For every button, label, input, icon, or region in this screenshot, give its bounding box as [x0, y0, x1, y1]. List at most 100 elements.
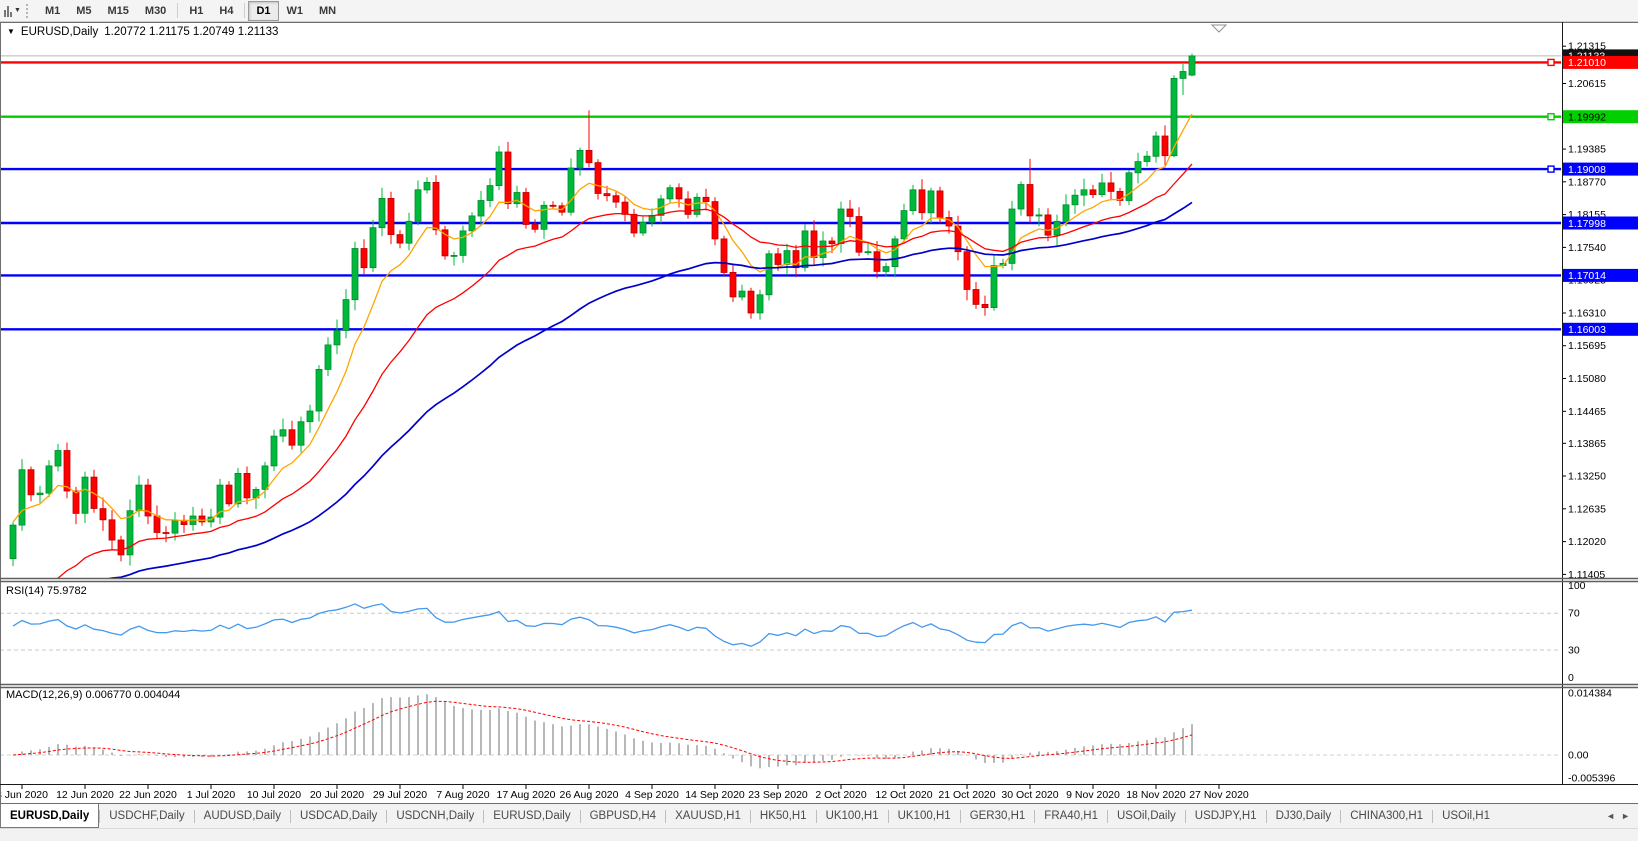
candle	[496, 152, 502, 186]
symbol-tab[interactable]: EURUSD,Daily	[484, 804, 579, 828]
candle	[316, 369, 322, 411]
macd-name: MACD(12,26,9)	[6, 689, 82, 701]
candle	[424, 182, 430, 190]
symbol-tab[interactable]: UK100,H1	[817, 804, 888, 828]
candle	[289, 430, 295, 446]
chart-canvas[interactable]: 1.213151.206151.193851.187701.181551.175…	[0, 0, 1638, 803]
chart-title: ▼ EURUSD,Daily 1.20772 1.21175 1.20749 1…	[7, 26, 278, 38]
macd-axis-label: -0.005396	[1568, 773, 1615, 785]
date-axis-label: 12 Oct 2020	[875, 789, 932, 801]
candle	[451, 255, 457, 256]
candle	[469, 216, 475, 231]
macd-axis-label: 0.014384	[1568, 688, 1612, 700]
symbol-tab[interactable]: USOil,H1	[1433, 804, 1499, 828]
candle	[10, 525, 16, 559]
candle	[370, 228, 376, 268]
svg-text:1.17014: 1.17014	[1568, 270, 1606, 282]
line-drag-handle[interactable]	[1548, 114, 1554, 120]
symbol-tabs: EURUSD,DailyUSDCHF,DailyAUDUSD,DailyUSDC…	[0, 804, 1598, 828]
candle	[793, 251, 799, 268]
toolbar-grip[interactable]	[26, 4, 32, 18]
symbol-tab[interactable]: UK100,H1	[889, 804, 960, 828]
candle	[595, 163, 601, 194]
timeframe-button-h1[interactable]: H1	[181, 1, 211, 21]
symbol-tab[interactable]: FRA40,H1	[1035, 804, 1107, 828]
rsi-axis-label: 70	[1568, 608, 1580, 620]
symbol-tab[interactable]: USDCHF,Daily	[100, 804, 193, 828]
candle	[586, 150, 592, 162]
candle	[982, 304, 988, 307]
rsi-name: RSI(14)	[6, 585, 44, 597]
date-axis-label: 27 Nov 2020	[1189, 789, 1249, 801]
rsi-label: RSI(14) 75.9782	[6, 585, 87, 597]
candle	[721, 239, 727, 273]
candle	[379, 198, 385, 227]
timeframe-button-m30[interactable]: M30	[137, 1, 174, 21]
candle	[640, 222, 646, 233]
line-drag-handle[interactable]	[1548, 166, 1554, 172]
candle	[1153, 136, 1159, 156]
candle	[1036, 215, 1042, 216]
symbol-tab[interactable]: DJ30,Daily	[1267, 804, 1341, 828]
date-axis-label: 17 Aug 2020	[497, 789, 556, 801]
price-axis-tick-label: 1.13250	[1568, 471, 1606, 483]
candle	[1126, 173, 1132, 201]
symbol-tab[interactable]: USDCAD,Daily	[291, 804, 386, 828]
collapse-triangle-icon[interactable]: ▼	[7, 27, 15, 36]
line-drag-handle[interactable]	[1548, 59, 1554, 65]
candle	[811, 231, 817, 258]
chevron-down-icon: ▼	[14, 7, 21, 14]
symbol-tab[interactable]: USDCNH,Daily	[387, 804, 483, 828]
svg-text:1.21010: 1.21010	[1568, 57, 1606, 69]
candle	[748, 291, 754, 313]
candle	[1081, 190, 1087, 195]
symbol-tab[interactable]: USDJPY,H1	[1186, 804, 1266, 828]
candle	[406, 221, 412, 243]
candle	[901, 211, 907, 239]
timeframe-button-m15[interactable]: M15	[100, 1, 137, 21]
symbol-tab[interactable]: HK50,H1	[751, 804, 816, 828]
symbol-tab[interactable]: AUDUSD,Daily	[195, 804, 290, 828]
scroll-right-icon[interactable]: ►	[1621, 811, 1630, 821]
chart-symbol: EURUSD,Daily	[21, 26, 98, 38]
macd-values: 0.006770 0.004044	[85, 689, 180, 701]
symbol-tab[interactable]: GER30,H1	[961, 804, 1035, 828]
chart-type-icon[interactable]: ▼	[4, 5, 21, 17]
timeframe-button-d1[interactable]: D1	[248, 1, 278, 21]
toolbar: ▼ M1M5M15M30 H1H4 D1W1MN	[0, 0, 1638, 22]
symbol-tab[interactable]: USOil,Daily	[1108, 804, 1185, 828]
candle	[334, 331, 340, 345]
toolbar-separator	[244, 3, 245, 18]
symbol-tab[interactable]: GBPUSD,H4	[581, 804, 665, 828]
candle	[775, 254, 781, 265]
macd-label: MACD(12,26,9) 0.006770 0.004044	[6, 689, 180, 701]
candle	[631, 214, 637, 233]
timeframe-button-m1[interactable]: M1	[37, 1, 68, 21]
candle	[19, 470, 25, 525]
candle	[712, 202, 718, 239]
timeframe-button-h4[interactable]: H4	[211, 1, 241, 21]
timeframe-button-w1[interactable]: W1	[279, 1, 312, 21]
candle	[361, 249, 367, 268]
price-badge-support-blue-2: 1.17998	[1563, 217, 1638, 230]
date-axis-label: 22 Jun 2020	[119, 789, 177, 801]
price-axis-tick-label: 1.14465	[1568, 406, 1606, 418]
symbol-tab[interactable]: CHINA300,H1	[1341, 804, 1432, 828]
candle	[964, 252, 970, 290]
price-axis-tick-label: 1.19385	[1568, 144, 1606, 156]
candle	[433, 182, 439, 229]
date-axis-label: 9 Nov 2020	[1066, 789, 1120, 801]
candle	[154, 516, 160, 533]
candle	[937, 191, 943, 218]
candle	[271, 436, 277, 466]
date-axis-label: 2 Oct 2020	[815, 789, 867, 801]
timeframe-button-m5[interactable]: M5	[68, 1, 99, 21]
symbol-tab[interactable]: XAUUSD,H1	[666, 804, 750, 828]
candle	[838, 209, 844, 244]
date-axis-label: 26 Aug 2020	[560, 789, 619, 801]
candle	[1063, 205, 1069, 222]
price-badge-support-blue-3: 1.17014	[1563, 269, 1638, 282]
scroll-left-icon[interactable]: ◄	[1606, 811, 1615, 821]
timeframe-button-mn[interactable]: MN	[311, 1, 344, 21]
symbol-tab[interactable]: EURUSD,Daily	[0, 804, 99, 828]
